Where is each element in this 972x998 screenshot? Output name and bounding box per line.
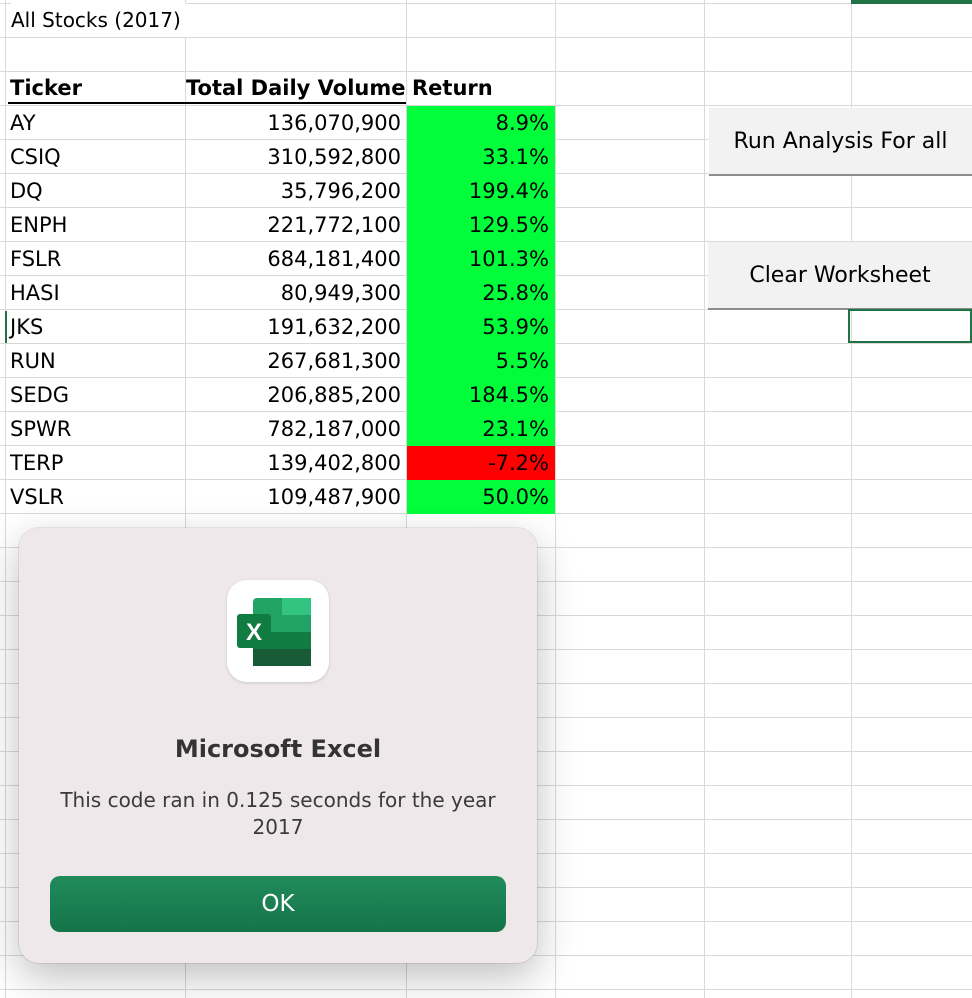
ticker-cell[interactable]: SPWR bbox=[10, 412, 180, 446]
ticker-cell[interactable]: SEDG bbox=[10, 378, 180, 412]
row-selection-indicator bbox=[5, 311, 7, 343]
ticker-cell[interactable]: TERP bbox=[10, 446, 180, 480]
return-cell[interactable]: 50.0% bbox=[407, 480, 555, 514]
grid-line bbox=[704, 0, 705, 998]
header-return[interactable]: Return bbox=[412, 71, 552, 105]
excel-logo-block bbox=[253, 649, 311, 666]
excel-logo-graphic: X bbox=[237, 598, 311, 666]
volume-cell[interactable]: 310,592,800 bbox=[186, 140, 401, 174]
ticker-cell[interactable]: VSLR bbox=[10, 480, 180, 514]
return-cell[interactable]: 25.8% bbox=[407, 276, 555, 310]
ticker-cell[interactable]: RUN bbox=[10, 344, 180, 378]
active-column-indicator bbox=[851, 0, 972, 4]
return-cell[interactable]: 23.1% bbox=[407, 412, 555, 446]
grid-line bbox=[555, 0, 556, 998]
excel-logo-block bbox=[282, 615, 311, 632]
return-cell[interactable]: 53.9% bbox=[407, 310, 555, 344]
excel-icon: X bbox=[227, 580, 329, 682]
dialog-message: This code ran in 0.125 seconds for the y… bbox=[60, 788, 496, 839]
header-underline bbox=[8, 102, 406, 104]
return-cell[interactable]: 33.1% bbox=[407, 140, 555, 174]
ticker-cell[interactable]: ENPH bbox=[10, 208, 180, 242]
volume-cell[interactable]: 80,949,300 bbox=[186, 276, 401, 310]
volume-cell[interactable]: 206,885,200 bbox=[186, 378, 401, 412]
volume-cell[interactable]: 782,187,000 bbox=[186, 412, 401, 446]
clear-worksheet-button[interactable]: Clear Worksheet bbox=[708, 242, 972, 310]
ticker-cell[interactable]: DQ bbox=[10, 174, 180, 208]
selected-cell[interactable] bbox=[848, 309, 972, 343]
dialog-title: Microsoft Excel bbox=[174, 735, 382, 763]
return-cell[interactable]: 184.5% bbox=[407, 378, 555, 412]
header-ticker[interactable]: Ticker bbox=[10, 71, 180, 105]
ok-button[interactable]: OK bbox=[50, 876, 506, 932]
return-cell[interactable]: 129.5% bbox=[407, 208, 555, 242]
alert-dialog: X Microsoft Excel This code ran in 0.125… bbox=[19, 528, 537, 963]
grid-line bbox=[5, 0, 6, 998]
ticker-cell[interactable]: CSIQ bbox=[10, 140, 180, 174]
return-cell[interactable]: -7.2% bbox=[407, 446, 555, 480]
volume-cell[interactable]: 267,681,300 bbox=[186, 344, 401, 378]
grid-line bbox=[0, 37, 972, 38]
ticker-cell[interactable]: FSLR bbox=[10, 242, 180, 276]
volume-cell[interactable]: 35,796,200 bbox=[186, 174, 401, 208]
return-cell[interactable]: 5.5% bbox=[407, 344, 555, 378]
ticker-cell[interactable]: HASI bbox=[10, 276, 180, 310]
volume-cell[interactable]: 684,181,400 bbox=[186, 242, 401, 276]
header-total-daily-volume[interactable]: Total Daily Volume bbox=[186, 71, 406, 105]
ticker-cell[interactable]: AY bbox=[10, 106, 180, 140]
sheet-title[interactable]: All Stocks (2017) bbox=[11, 3, 186, 37]
excel-logo-letter: X bbox=[246, 619, 262, 646]
volume-cell[interactable]: 109,487,900 bbox=[186, 480, 401, 514]
ticker-cell[interactable]: JKS bbox=[10, 310, 180, 344]
volume-cell[interactable]: 139,402,800 bbox=[186, 446, 401, 480]
return-cell[interactable]: 8.9% bbox=[407, 106, 555, 140]
excel-logo-block bbox=[282, 598, 311, 615]
run-analysis-button[interactable]: Run Analysis For all bbox=[709, 108, 972, 176]
volume-cell[interactable]: 136,070,900 bbox=[186, 106, 401, 140]
return-cell[interactable]: 101.3% bbox=[407, 242, 555, 276]
grid-line bbox=[0, 989, 972, 990]
volume-cell[interactable]: 221,772,100 bbox=[186, 208, 401, 242]
volume-cell[interactable]: 191,632,200 bbox=[186, 310, 401, 344]
return-cell[interactable]: 199.4% bbox=[407, 174, 555, 208]
